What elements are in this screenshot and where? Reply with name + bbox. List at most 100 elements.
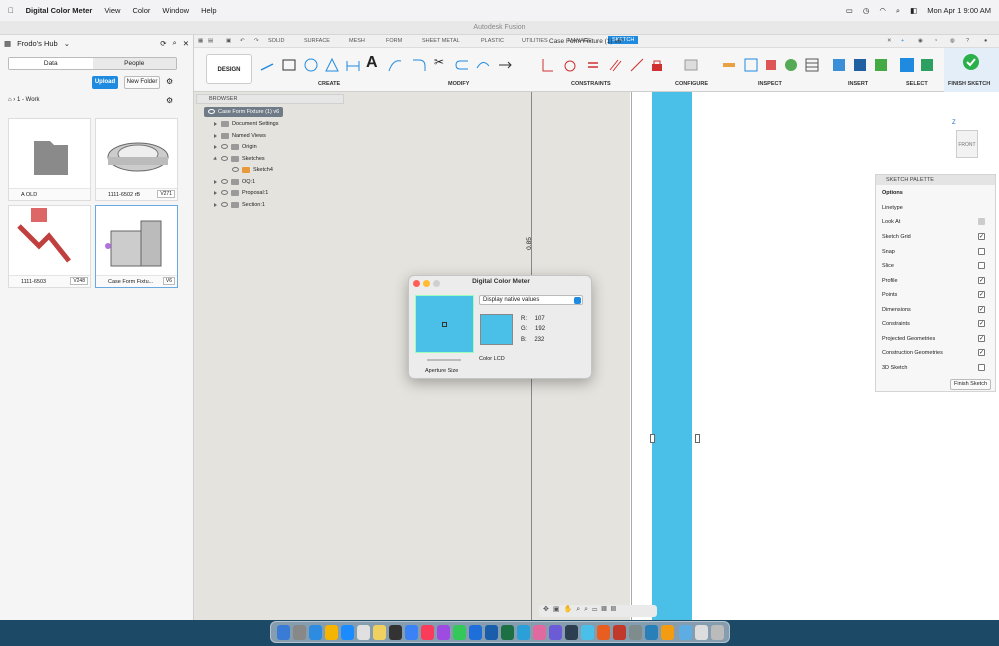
offset-tool-icon[interactable]: [455, 58, 469, 72]
file-item-selected[interactable]: Case Form Fixtu... V6: [95, 205, 178, 288]
expand-icon[interactable]: [214, 121, 217, 126]
finish-sketch-palette-button[interactable]: Finish Sketch: [950, 379, 991, 390]
terminal-icon[interactable]: [389, 625, 402, 640]
insert-dxf-icon[interactable]: [853, 58, 867, 72]
perpendicular-constraint-icon[interactable]: [540, 58, 554, 72]
display-icon[interactable]: ▭: [846, 6, 853, 15]
help-icon[interactable]: ?: [966, 38, 969, 44]
calendar-icon[interactable]: [357, 625, 370, 640]
browser-row[interactable]: Origin: [214, 142, 257, 152]
search-icon[interactable]: ⌕: [173, 38, 177, 48]
app-store-icon[interactable]: [341, 625, 354, 640]
dimension-label[interactable]: 0.85: [526, 237, 533, 250]
browser-row[interactable]: Named Views: [214, 131, 266, 141]
checkbox[interactable]: [978, 364, 985, 371]
notifications-icon[interactable]: ◍: [950, 38, 955, 44]
menu-help[interactable]: Help: [201, 6, 216, 15]
discord-icon[interactable]: [549, 625, 562, 640]
excel-icon[interactable]: [501, 625, 514, 640]
home-icon[interactable]: ⌂: [8, 97, 12, 103]
fix-constraint-icon[interactable]: [650, 58, 664, 72]
trash-icon[interactable]: [711, 625, 724, 640]
wifi-icon[interactable]: ◠: [879, 6, 886, 15]
interference-icon[interactable]: [744, 58, 758, 72]
tab-mesh[interactable]: MESH: [349, 38, 365, 44]
browser-row[interactable]: Section:1: [214, 200, 265, 210]
app-icon[interactable]: [629, 625, 642, 640]
palette-section[interactable]: Options: [882, 188, 990, 198]
viewcube[interactable]: FRONT: [956, 130, 978, 158]
checkbox[interactable]: [978, 248, 985, 255]
safari-icon[interactable]: [309, 625, 322, 640]
expand-icon[interactable]: [214, 190, 217, 195]
insert-mcmaster-icon[interactable]: [874, 58, 888, 72]
sketch-line[interactable]: [631, 92, 632, 620]
avatar[interactable]: ●: [984, 38, 987, 44]
file-item[interactable]: 1111-6503 V248: [8, 205, 91, 288]
redo-icon[interactable]: ↷: [254, 38, 259, 44]
clock[interactable]: Mon Apr 1 9:00 AM: [927, 6, 991, 15]
group-inspect[interactable]: INSPECT: [758, 81, 782, 87]
checkbox[interactable]: ✓: [978, 291, 985, 298]
expand-icon[interactable]: [214, 133, 217, 138]
new-folder-button[interactable]: New Folder: [124, 76, 160, 89]
expand-icon[interactable]: [214, 179, 217, 184]
select-icon[interactable]: [900, 58, 914, 72]
aperture-size-slider[interactable]: [427, 359, 461, 361]
search-icon[interactable]: ⌕: [896, 6, 900, 16]
checkbox[interactable]: ✓: [978, 320, 985, 327]
workspace-switcher[interactable]: DESIGN: [206, 54, 252, 84]
notes-icon[interactable]: [373, 625, 386, 640]
tab-form[interactable]: FORM: [386, 38, 402, 44]
checkbox[interactable]: ✓: [978, 306, 985, 313]
equal-constraint-icon[interactable]: [586, 58, 600, 72]
tab-sheet-metal[interactable]: SHEET METAL: [422, 38, 460, 44]
browser-row[interactable]: Sketch4: [232, 165, 273, 175]
checkbox[interactable]: ✓: [978, 335, 985, 342]
group-modify[interactable]: MODIFY: [448, 81, 469, 87]
drag-handle[interactable]: [650, 434, 655, 443]
telegram-icon[interactable]: [517, 625, 530, 640]
app-icon[interactable]: [613, 625, 626, 640]
selected-profile[interactable]: [652, 92, 692, 620]
checkbox[interactable]: [978, 262, 985, 269]
launchpad-icon[interactable]: [293, 625, 306, 640]
measure-icon[interactable]: [722, 58, 736, 72]
visibility-icon[interactable]: [221, 202, 228, 208]
grid-icon[interactable]: ▦: [198, 38, 203, 44]
fillet-tool-icon[interactable]: [412, 58, 426, 72]
rectangle-tool-icon[interactable]: [282, 58, 296, 72]
menu-color[interactable]: Color: [132, 6, 150, 15]
job-status-icon[interactable]: ◔: [934, 38, 937, 44]
display-mode-select[interactable]: Display native values: [479, 295, 583, 305]
document-tab[interactable]: Case Form Fixture (1) v6*: [549, 35, 624, 48]
hub-name[interactable]: Frodo's Hub: [17, 39, 58, 48]
messages-icon[interactable]: [453, 625, 466, 640]
app-icon[interactable]: [661, 625, 674, 640]
chevron-down-icon[interactable]: ⌄: [64, 39, 70, 48]
spline-tool-icon[interactable]: [388, 58, 402, 72]
time-machine-icon[interactable]: ◷: [863, 6, 870, 15]
drag-handle[interactable]: [695, 434, 700, 443]
look-at-icon[interactable]: [978, 218, 985, 225]
visibility-icon[interactable]: [232, 167, 239, 173]
expand-icon[interactable]: [214, 144, 217, 149]
downloads-folder-icon[interactable]: [679, 625, 692, 640]
dropbox-icon[interactable]: [405, 625, 418, 640]
music-icon[interactable]: [421, 625, 434, 640]
window-select-icon[interactable]: [920, 58, 934, 72]
color-meter-icon[interactable]: [581, 625, 594, 640]
version-badge[interactable]: V6: [162, 277, 175, 285]
menu-view[interactable]: View: [104, 6, 120, 15]
folder-settings-icon[interactable]: ⚙: [166, 96, 173, 105]
collinear-constraint-icon[interactable]: [630, 58, 644, 72]
visibility-icon[interactable]: [221, 156, 228, 162]
podcasts-icon[interactable]: [437, 625, 450, 640]
app-icon[interactable]: [645, 625, 658, 640]
parallel-constraint-icon[interactable]: [608, 58, 622, 72]
tab-solid[interactable]: SOLID: [268, 38, 285, 44]
mail-icon[interactable]: [469, 625, 482, 640]
extend-tool-icon[interactable]: [476, 58, 490, 72]
chrome-icon[interactable]: [325, 625, 338, 640]
expand-icon[interactable]: [214, 202, 217, 207]
